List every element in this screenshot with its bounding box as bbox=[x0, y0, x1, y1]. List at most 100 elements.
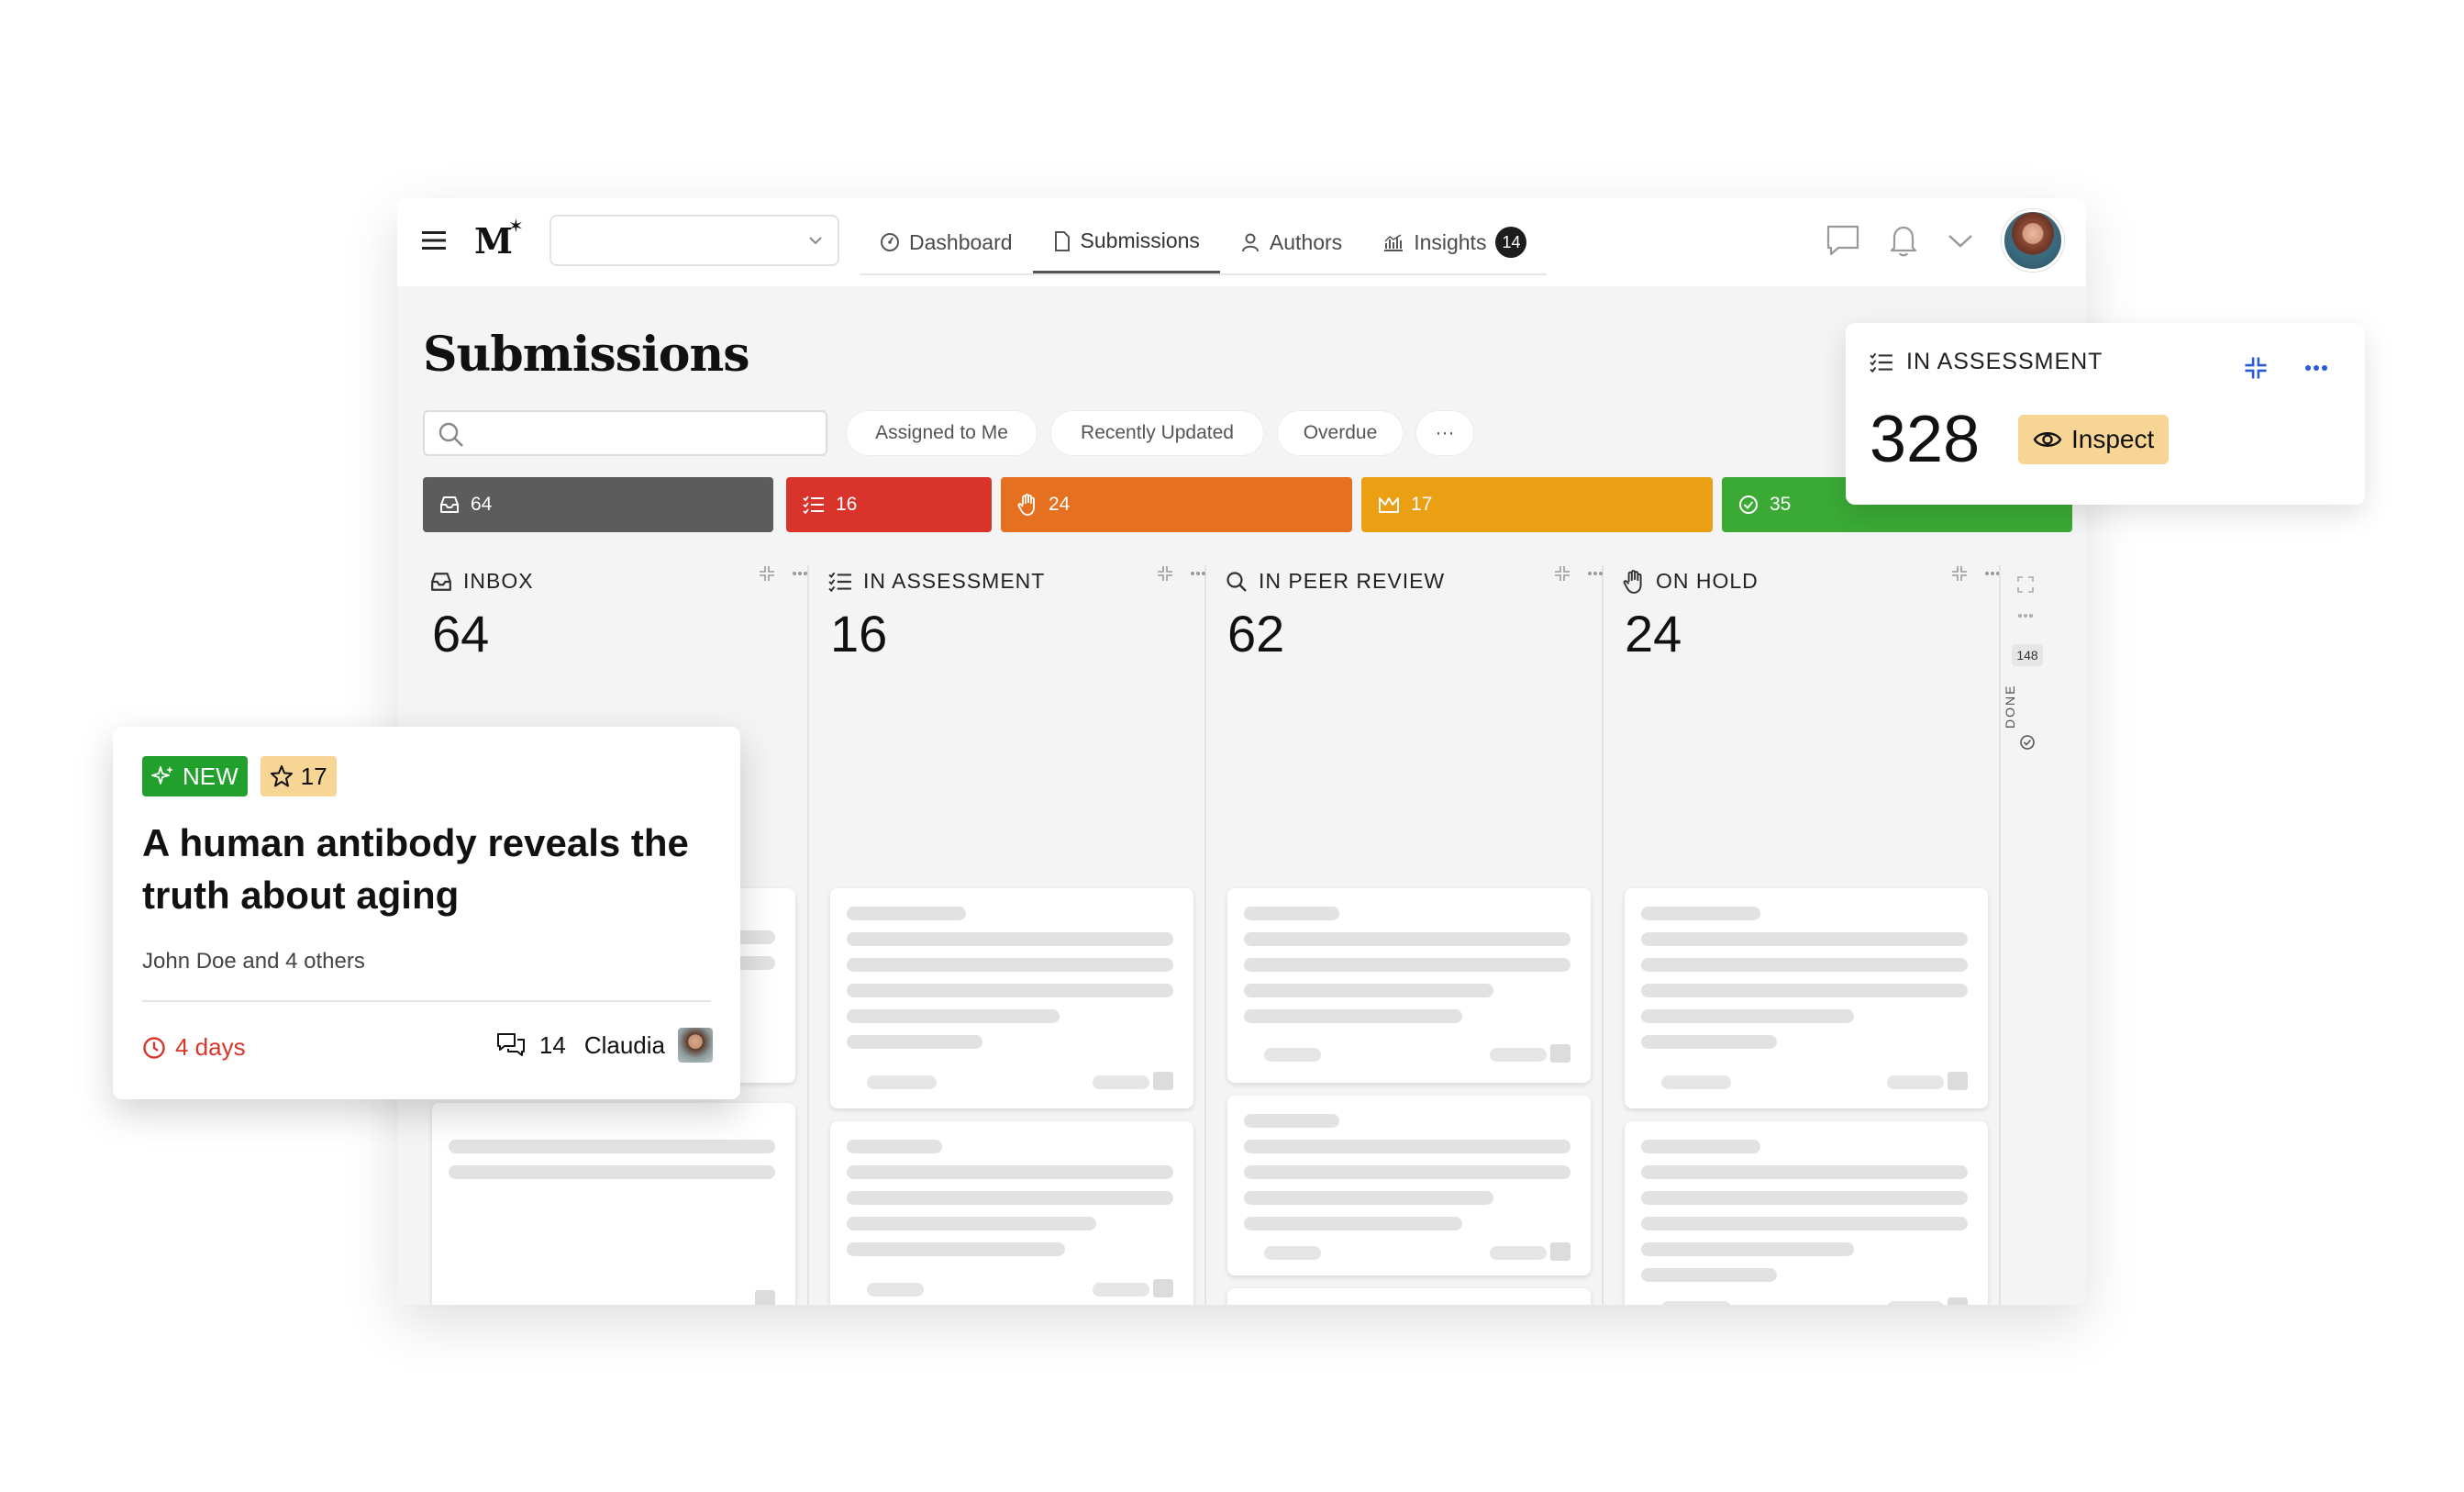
search-input[interactable] bbox=[423, 410, 827, 456]
status-segment-inbox[interactable]: 64 bbox=[423, 477, 773, 532]
column-in-peer-review: IN PEER REVIEW 62 bbox=[1218, 556, 1613, 1305]
inbox-icon bbox=[430, 572, 452, 592]
column-title: INBOX bbox=[463, 569, 534, 593]
collapse-icon[interactable] bbox=[759, 565, 775, 582]
card-meta: 14 Claudia bbox=[495, 1028, 713, 1063]
column-tools bbox=[759, 565, 808, 582]
more-filters-button[interactable]: ··· bbox=[1415, 410, 1474, 456]
assessment-tools bbox=[2244, 356, 2328, 380]
column-title: ON HOLD bbox=[1656, 569, 1759, 593]
submission-card-placeholder[interactable] bbox=[1227, 1288, 1591, 1305]
divider bbox=[142, 1000, 711, 1002]
chat-icon[interactable] bbox=[1826, 224, 1860, 257]
hand-icon bbox=[1017, 494, 1038, 516]
check-circle-icon bbox=[1738, 495, 1759, 515]
column-header: ON HOLD bbox=[1623, 569, 1759, 594]
assessment-title: IN ASSESSMENT bbox=[1906, 349, 2103, 374]
submission-card-placeholder[interactable] bbox=[432, 1103, 795, 1305]
status-segment-on-hold[interactable]: 24 bbox=[1001, 477, 1352, 532]
collapse-icon[interactable] bbox=[2244, 356, 2268, 380]
collapse-icon[interactable] bbox=[1157, 565, 1173, 582]
inbox-icon bbox=[439, 495, 460, 514]
chevron-down-icon bbox=[806, 231, 825, 250]
search-icon bbox=[1226, 571, 1248, 593]
assignee-avatar[interactable] bbox=[678, 1028, 713, 1063]
tab-authors[interactable]: Authors bbox=[1220, 211, 1362, 273]
assessment-count: 328 bbox=[1870, 403, 1981, 476]
star-icon bbox=[270, 764, 294, 788]
submission-authors: John Doe and 4 others bbox=[142, 949, 365, 974]
person-icon bbox=[1240, 232, 1260, 252]
column-tools bbox=[1157, 565, 1206, 582]
inspect-button[interactable]: Inspect bbox=[2018, 415, 2170, 464]
column-count: 62 bbox=[1227, 605, 1285, 662]
done-count-badge: 148 bbox=[2012, 644, 2043, 666]
new-badge: NEW bbox=[142, 756, 248, 796]
assessment-summary-card: IN ASSESSMENT 328 Inspect bbox=[1846, 323, 2365, 505]
site-select[interactable] bbox=[549, 215, 839, 266]
column-header: IN ASSESSMENT bbox=[828, 569, 1045, 594]
submission-card-placeholder[interactable] bbox=[1227, 1096, 1591, 1275]
app-logo[interactable]: M bbox=[474, 220, 513, 262]
status-count: 16 bbox=[836, 494, 858, 515]
status-count: 35 bbox=[1770, 494, 1792, 515]
submission-card-placeholder[interactable] bbox=[830, 888, 1193, 1108]
hamburger-menu-icon[interactable] bbox=[416, 222, 452, 259]
sparkle-icon bbox=[151, 764, 175, 788]
submission-card-placeholder[interactable] bbox=[1625, 1121, 1988, 1305]
due-text: 4 days bbox=[175, 1033, 246, 1061]
star-count: 17 bbox=[300, 762, 327, 790]
collapse-icon[interactable] bbox=[1951, 565, 1968, 582]
page-title: Submissions bbox=[423, 327, 750, 383]
column-title: IN PEER REVIEW bbox=[1259, 569, 1446, 593]
submission-card-placeholder[interactable] bbox=[1625, 888, 1988, 1108]
tab-label: Insights bbox=[1414, 229, 1487, 254]
comment-count: 14 bbox=[538, 1030, 566, 1059]
eye-icon bbox=[2033, 429, 2062, 451]
tab-submissions[interactable]: Submissions bbox=[1032, 211, 1220, 273]
tab-insights[interactable]: Insights 14 bbox=[1362, 211, 1547, 273]
column-done-collapsed[interactable]: 148 DONE bbox=[1999, 565, 2050, 1305]
filter-recently-updated[interactable]: Recently Updated bbox=[1050, 410, 1264, 456]
more-icon[interactable] bbox=[1587, 571, 1604, 576]
submission-title[interactable]: A human antibody reveals the truth about… bbox=[142, 817, 693, 921]
due-indicator: 4 days bbox=[142, 1033, 246, 1062]
search-icon bbox=[438, 421, 465, 449]
expand-icon[interactable] bbox=[2017, 576, 2034, 593]
tab-dashboard[interactable]: Dashboard bbox=[860, 211, 1033, 273]
filter-overdue[interactable]: Overdue bbox=[1277, 410, 1404, 456]
bell-icon[interactable] bbox=[1888, 224, 1919, 257]
checklist-icon bbox=[1870, 352, 1893, 373]
assessment-header: IN ASSESSMENT bbox=[1870, 349, 2103, 375]
tab-label: Dashboard bbox=[909, 229, 1013, 254]
column-in-assessment: IN ASSESSMENT 16 bbox=[821, 556, 1215, 1305]
filter-assigned-to-me[interactable]: Assigned to Me bbox=[846, 410, 1038, 456]
inspect-label: Inspect bbox=[2071, 425, 2155, 453]
tab-label: Submissions bbox=[1080, 228, 1200, 252]
chevron-down-icon[interactable] bbox=[1947, 230, 1974, 251]
more-icon[interactable] bbox=[2017, 613, 2034, 618]
column-title: IN ASSESSMENT bbox=[863, 569, 1046, 593]
collapse-icon[interactable] bbox=[1554, 565, 1571, 582]
done-label: DONE bbox=[2003, 684, 2017, 729]
crown-icon bbox=[1378, 495, 1400, 514]
column-count: 16 bbox=[830, 605, 888, 662]
column-header: INBOX bbox=[430, 569, 534, 594]
main-nav: Dashboard Submissions Authors Insights 1… bbox=[860, 211, 1548, 275]
status-segment-assessment[interactable]: 16 bbox=[786, 477, 992, 532]
comments-icon[interactable] bbox=[495, 1031, 527, 1059]
new-badge-label: NEW bbox=[183, 762, 239, 790]
top-bar: M ✶ Dashboard Submissions Authors Insigh… bbox=[397, 198, 2086, 286]
featured-submission-card[interactable]: NEW 17 A human antibody reveals the trut… bbox=[113, 727, 740, 1099]
more-icon[interactable] bbox=[1190, 571, 1206, 576]
tab-label: Authors bbox=[1269, 229, 1343, 254]
insights-count-badge: 14 bbox=[1495, 227, 1527, 258]
status-segment-accepted[interactable]: 17 bbox=[1361, 477, 1713, 532]
more-icon[interactable] bbox=[2304, 364, 2328, 372]
more-icon[interactable] bbox=[792, 571, 808, 576]
check-circle-icon bbox=[2019, 734, 2036, 751]
submission-card-placeholder[interactable] bbox=[830, 1121, 1193, 1305]
user-avatar[interactable] bbox=[2002, 209, 2064, 272]
logo-star-icon: ✶ bbox=[508, 215, 524, 237]
submission-card-placeholder[interactable] bbox=[1227, 888, 1591, 1083]
